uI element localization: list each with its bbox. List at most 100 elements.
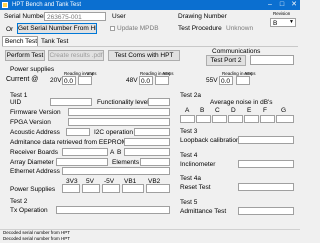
reset-test-label: Reset Test [180,184,211,191]
revision-value: B [273,20,278,27]
receiver-boards-label: Receiver Boards [10,149,59,156]
update-mpdb-label: Update MPDB [117,25,159,32]
title-bar: HPT Bench and Tank Test – □ ✕ [0,0,300,10]
reading-55v-field [236,76,250,85]
test1-title: Test 1 [10,92,28,99]
tx-operation-label: Tx Operation [10,207,48,214]
test-procedure-label: Test Procedure [178,25,222,32]
receiver-a-label: A [110,149,115,156]
receiver-b-field [124,148,170,156]
admittance-data-field [124,138,170,146]
supply-neg5v-field [102,184,120,193]
noise-col-g: G [281,107,287,114]
perform-test-button[interactable]: Perform Test [5,50,45,61]
supply-5v-field [82,184,100,193]
test-port-button[interactable]: Test Port 2 [206,55,246,66]
i2c-operation-field [134,128,170,136]
reading-48v-field [155,76,169,85]
get-serial-button[interactable]: Get Serial Number From HPT [17,23,97,34]
uid-field [50,98,92,106]
reading-20v-field [78,76,92,85]
reset-test-field [238,183,294,191]
test5-title: Test 5 [180,199,198,206]
noise-a-field [180,115,195,123]
current-55v-value: 0.0 [221,78,231,85]
tab-bench-test[interactable]: Bench Test [2,36,38,46]
noise-col-f: F [263,107,267,114]
communications-status [250,55,294,65]
voltage-20v-label: 20V [50,77,62,84]
current-label: Current @ [6,76,39,83]
current-48v-value: 0.0 [141,78,151,85]
elements-label: Elements [112,159,140,166]
supply-3v3-field [62,184,80,193]
current-20v-value: 0.0 [64,78,74,85]
test2a-title: Test 2a [180,92,201,99]
noise-col-d: D [231,107,236,114]
close-icon[interactable]: ✕ [288,0,300,10]
revision-select[interactable]: B ▼ [270,18,296,27]
app-icon [2,2,8,8]
loopback-field [238,136,294,144]
noise-g-field [276,115,294,123]
noise-col-c: C [215,107,220,114]
inclinometer-label: Inclinometer [180,161,216,168]
admittance-data-label: Admitance data retrieved from EEPROM [10,139,128,146]
test-coms-button[interactable]: Test Coms with HPT [108,50,180,61]
power-supplies-label: Power Supplies [10,186,56,193]
test3-title: Test 3 [180,128,198,135]
ethernet-address-field [62,167,170,175]
firmware-version-label: Firmware Version [10,109,61,116]
voltage-55v-label: 55V [206,77,218,84]
receiver-b-label: B [117,149,122,156]
acoustic-address-label: Acoustic Address [10,129,60,136]
array-diameter-label: Array Diameter [10,159,54,166]
status-line-1: Decoded serial number from HPT [0,229,300,235]
voltage-48v-label: 48V [126,77,138,84]
serial-number-label: Serial Number [4,13,46,20]
serial-number-field[interactable]: 263675-001 [44,12,106,21]
tx-operation-field [56,206,170,214]
drawing-number-label: Drawing Number [178,13,227,20]
loopback-label: Loopback calibration [180,137,240,144]
noise-col-e: E [247,107,252,114]
receiver-a-field [62,148,108,156]
tab-divider [2,46,298,47]
create-results-button[interactable]: Create results .pdf [48,50,104,61]
tab-tank-test[interactable]: Tank Test [41,38,68,45]
array-diameter-field [56,158,108,166]
tab-bench-test-label: Bench Test [5,38,38,45]
supply-vb2-field [146,184,170,193]
revision-label: Revision [273,11,291,16]
test-procedure-value: Unknown [226,25,254,32]
firmware-version-field [68,108,170,116]
elements-field [140,158,170,166]
current-48v-field: 0.0 [139,76,153,85]
functionality-level-label: Functionality level [97,99,149,106]
ethernet-address-label: Ethernet Address [10,168,60,175]
supply-vb1-field [122,184,144,193]
minimize-icon[interactable]: – [264,0,276,10]
fpga-version-field [68,118,170,126]
noise-f-field [260,115,275,123]
update-mpdb-checkbox[interactable] [110,26,115,31]
current-55v-field: 0.0 [219,76,233,85]
noise-d-field [228,115,243,123]
maximize-icon[interactable]: □ [276,0,288,10]
or-label: Or [6,26,14,33]
noise-col-b: B [200,107,205,114]
admittance-test-label: Admittance Test [180,208,227,215]
test4-title: Test 4 [180,152,198,159]
current-20v-field: 0.0 [62,76,76,85]
fpga-version-label: FPGA Version [10,119,51,126]
functionality-level-field [148,98,170,106]
noise-b-field [196,115,211,123]
communications-label: Communications [212,48,261,55]
noise-e-field [244,115,259,123]
noise-c-field [212,115,227,123]
power-supplies-title: Power supplies [10,66,55,73]
i2c-operation-label: I2C operation [94,129,134,136]
noise-col-a: A [185,107,190,114]
inclinometer-field [238,160,294,168]
window-title: HPT Bench and Tank Test [12,2,82,8]
